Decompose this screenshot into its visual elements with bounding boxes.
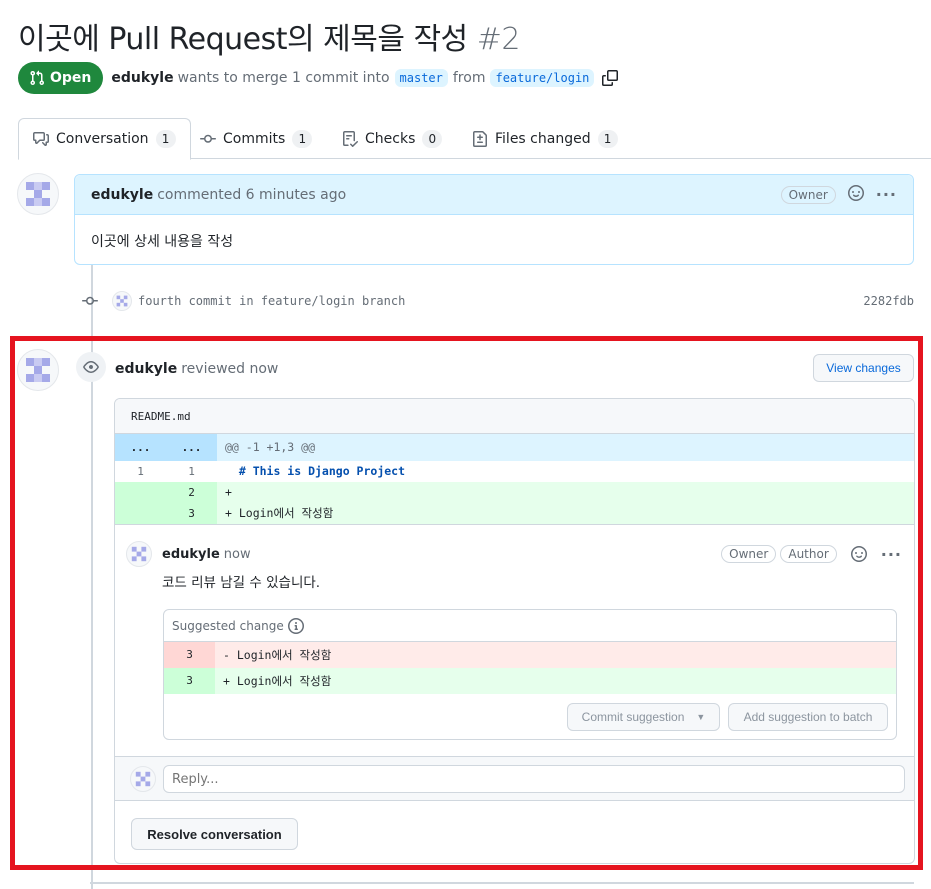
- file-diff-icon: [473, 130, 487, 147]
- git-pull-request-icon: [30, 70, 45, 86]
- comment-timestamp: commented 6 minutes ago: [157, 186, 347, 203]
- tab-commits[interactable]: Commits 1: [186, 118, 326, 159]
- status-badge: Open: [18, 62, 104, 94]
- pr-meta: Open edukyle wants to merge 1 commit int…: [18, 62, 619, 94]
- pr-tabs: Conversation 1 Commits 1 Checks 0 Files …: [18, 118, 931, 160]
- tab-label: Files changed: [495, 130, 591, 147]
- pr-title: 이곳에 Pull Request의 제목을 작성 #2: [18, 14, 520, 58]
- copy-icon[interactable]: [602, 70, 619, 86]
- from-text: from: [452, 70, 486, 86]
- status-label: Open: [50, 70, 92, 86]
- commit-message-link[interactable]: fourth commit in feature/login branch: [138, 294, 405, 308]
- timeline-commit: fourth commit in feature/login branch 22…: [82, 290, 914, 312]
- comment-author[interactable]: edukyle: [91, 187, 153, 203]
- comment-discussion-icon: [33, 132, 49, 146]
- tab-checks[interactable]: Checks 0: [328, 118, 456, 159]
- merge-text: wants to merge 1 commit into: [177, 70, 390, 86]
- smiley-icon[interactable]: [847, 184, 864, 205]
- tab-label: Commits: [223, 130, 286, 147]
- tab-counter: 1: [155, 130, 176, 148]
- comment-body: 이곳에 상세 내용을 작성: [91, 234, 234, 250]
- owner-badge: Owner: [780, 185, 836, 204]
- pr-author-link[interactable]: edukyle: [111, 70, 173, 86]
- head-branch[interactable]: feature/login: [490, 69, 595, 87]
- kebab-menu-icon[interactable]: ···: [876, 185, 897, 204]
- tab-label: Conversation: [56, 131, 149, 147]
- tab-counter: 1: [292, 129, 313, 148]
- avatar[interactable]: [112, 291, 132, 311]
- tab-counter: 1: [597, 129, 618, 148]
- checklist-icon: [343, 130, 358, 147]
- comment-header: edukyle commented 6 minutes ago Owner ··…: [75, 175, 913, 215]
- tab-counter: 0: [422, 129, 443, 148]
- git-commit-icon: [200, 134, 216, 143]
- pr-description-comment: edukyle commented 6 minutes ago Owner ··…: [74, 174, 914, 265]
- pr-title-text: 이곳에 Pull Request의 제목을 작성: [18, 22, 468, 57]
- tab-conversation[interactable]: Conversation 1: [18, 118, 191, 160]
- tab-files-changed[interactable]: Files changed 1: [458, 118, 632, 159]
- commit-sha-link[interactable]: 2282fdb: [863, 294, 914, 308]
- git-commit-icon: [82, 293, 98, 309]
- avatar[interactable]: [17, 173, 59, 215]
- highlight-frame: [10, 336, 923, 870]
- timeline-divider: [90, 882, 914, 884]
- pr-number: #2: [476, 22, 521, 57]
- tab-label: Checks: [365, 130, 416, 147]
- base-branch[interactable]: master: [394, 69, 448, 87]
